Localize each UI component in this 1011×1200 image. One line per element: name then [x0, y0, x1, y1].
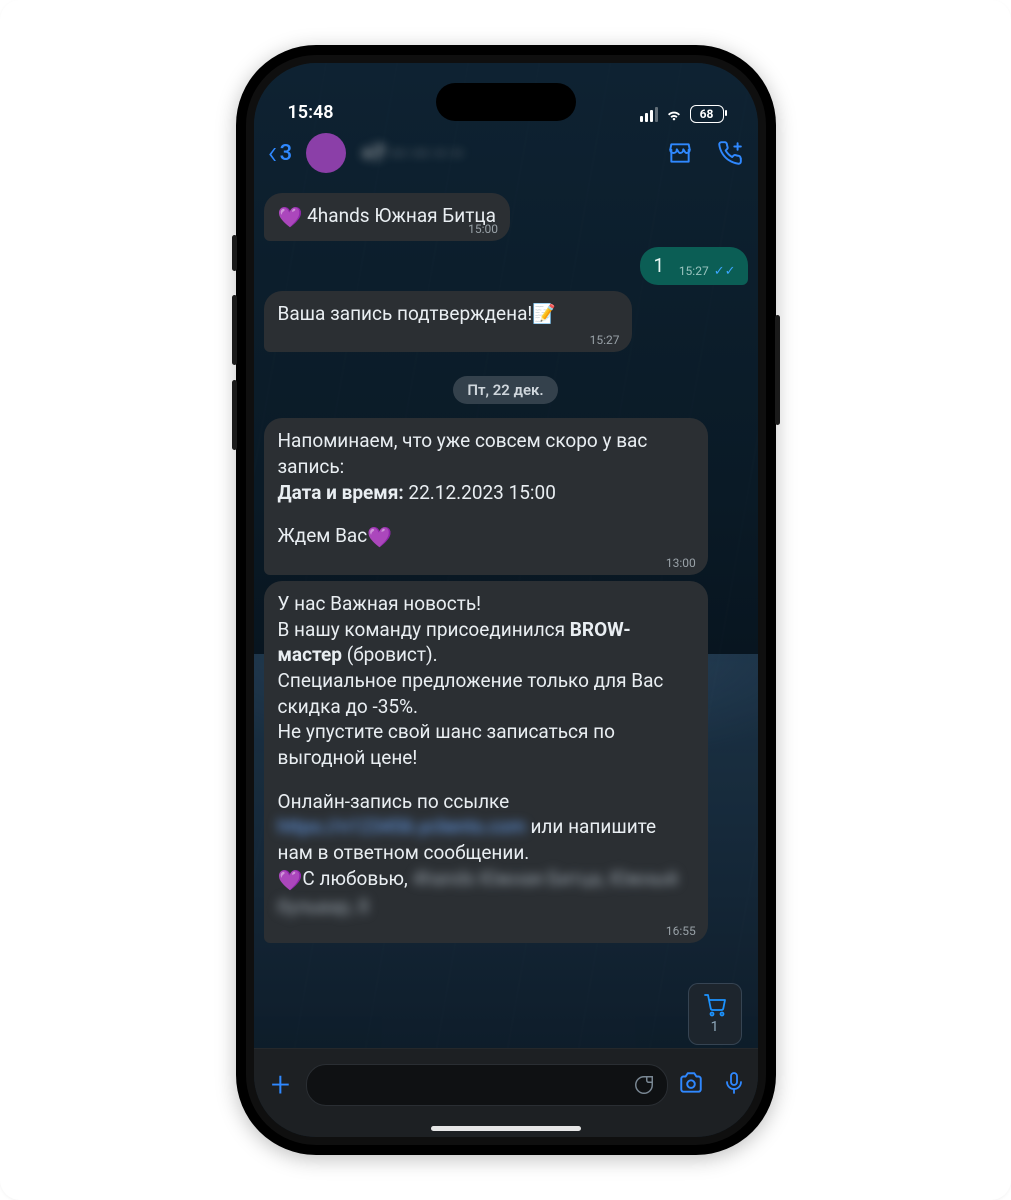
- message-line: Онлайн-запись по ссылке https://n123456.…: [278, 789, 694, 866]
- battery-indicator: 68: [690, 105, 724, 123]
- attach-button[interactable]: +: [266, 1065, 296, 1105]
- status-time: 15:48: [288, 102, 334, 123]
- volume-up-button: [232, 295, 237, 365]
- cart-button[interactable]: 1: [688, 983, 742, 1045]
- message-time: 15:27✓✓: [679, 263, 736, 281]
- messages-list[interactable]: 💜 4hands Южная Битца 15:00 1 15:27✓✓ Ваш…: [254, 181, 758, 1073]
- message-line: У нас Важная новость!: [278, 591, 694, 617]
- blurred-link[interactable]: https://n123456.yclients.com: [278, 815, 526, 838]
- message-line: 💜С любовью, 4hands Южная Битца, Южный бу…: [278, 866, 694, 920]
- contact-avatar[interactable]: [306, 133, 346, 173]
- message-line: Ждем Вас💜: [278, 523, 694, 551]
- back-button[interactable]: ‹ 3: [268, 136, 293, 170]
- message-in[interactable]: Напоминаем, что уже совсем скоро у вас з…: [264, 418, 748, 575]
- message-time: 16:55: [666, 923, 696, 939]
- message-in[interactable]: 💜 4hands Южная Битца 15:00: [264, 193, 748, 241]
- mic-button[interactable]: [722, 1070, 746, 1100]
- call-add-icon[interactable]: [716, 139, 744, 167]
- message-line: Дата и время: 22.12.2023 15:00: [278, 480, 694, 506]
- message-out[interactable]: 1 15:27✓✓: [264, 247, 748, 285]
- mic-icon: [722, 1070, 746, 1096]
- date-separator: Пт, 22 дек.: [264, 376, 748, 404]
- message-time: 15:00: [468, 221, 498, 237]
- cart-icon: [703, 993, 727, 1017]
- read-checks-icon: ✓✓: [714, 264, 736, 279]
- chat-header: ‹ 3 +7 ··· ··· ·· ··: [254, 125, 758, 181]
- back-badge-count: 3: [280, 141, 293, 166]
- message-input[interactable]: [306, 1064, 668, 1106]
- memo-icon: 📝: [532, 302, 556, 325]
- message-line: В нашу команду присоединился BROW-мастер…: [278, 617, 694, 668]
- message-in[interactable]: У нас Важная новость! В нашу команду при…: [264, 581, 748, 943]
- composer-bar: +: [254, 1048, 758, 1137]
- cellular-icon: [640, 107, 658, 122]
- phone-frame: 15:48 68 ‹ 3 +7 ··· ··· ·· ··: [236, 45, 776, 1155]
- power-button: [775, 315, 780, 425]
- message-time: 13:00: [666, 555, 696, 571]
- status-bar: 15:48 68: [254, 63, 758, 125]
- sticker-icon[interactable]: [633, 1074, 655, 1096]
- camera-button[interactable]: [678, 1070, 704, 1100]
- silent-switch: [232, 235, 237, 271]
- volume-down-button: [232, 380, 237, 450]
- message-line: Не упустите свой шанс записаться по выго…: [278, 719, 694, 770]
- message-text: 1: [654, 254, 665, 277]
- chevron-left-icon: ‹: [268, 136, 278, 170]
- cart-count: 1: [711, 1019, 719, 1035]
- heart-icon: 💜: [278, 205, 303, 229]
- message-time: 15:27: [590, 332, 620, 348]
- camera-icon: [678, 1070, 704, 1096]
- shop-icon[interactable]: [666, 139, 694, 167]
- message-line: Напоминаем, что уже совсем скоро у вас з…: [278, 428, 694, 479]
- message-text: Ваша запись подтверждена!: [278, 302, 533, 325]
- message-line: Специальное предложение только для Вас с…: [278, 668, 694, 719]
- contact-name[interactable]: +7 ··· ··· ·· ··: [362, 141, 657, 165]
- wifi-icon: [665, 107, 683, 121]
- message-in[interactable]: Ваша запись подтверждена!📝 15:27: [264, 291, 748, 353]
- home-indicator[interactable]: [431, 1126, 581, 1131]
